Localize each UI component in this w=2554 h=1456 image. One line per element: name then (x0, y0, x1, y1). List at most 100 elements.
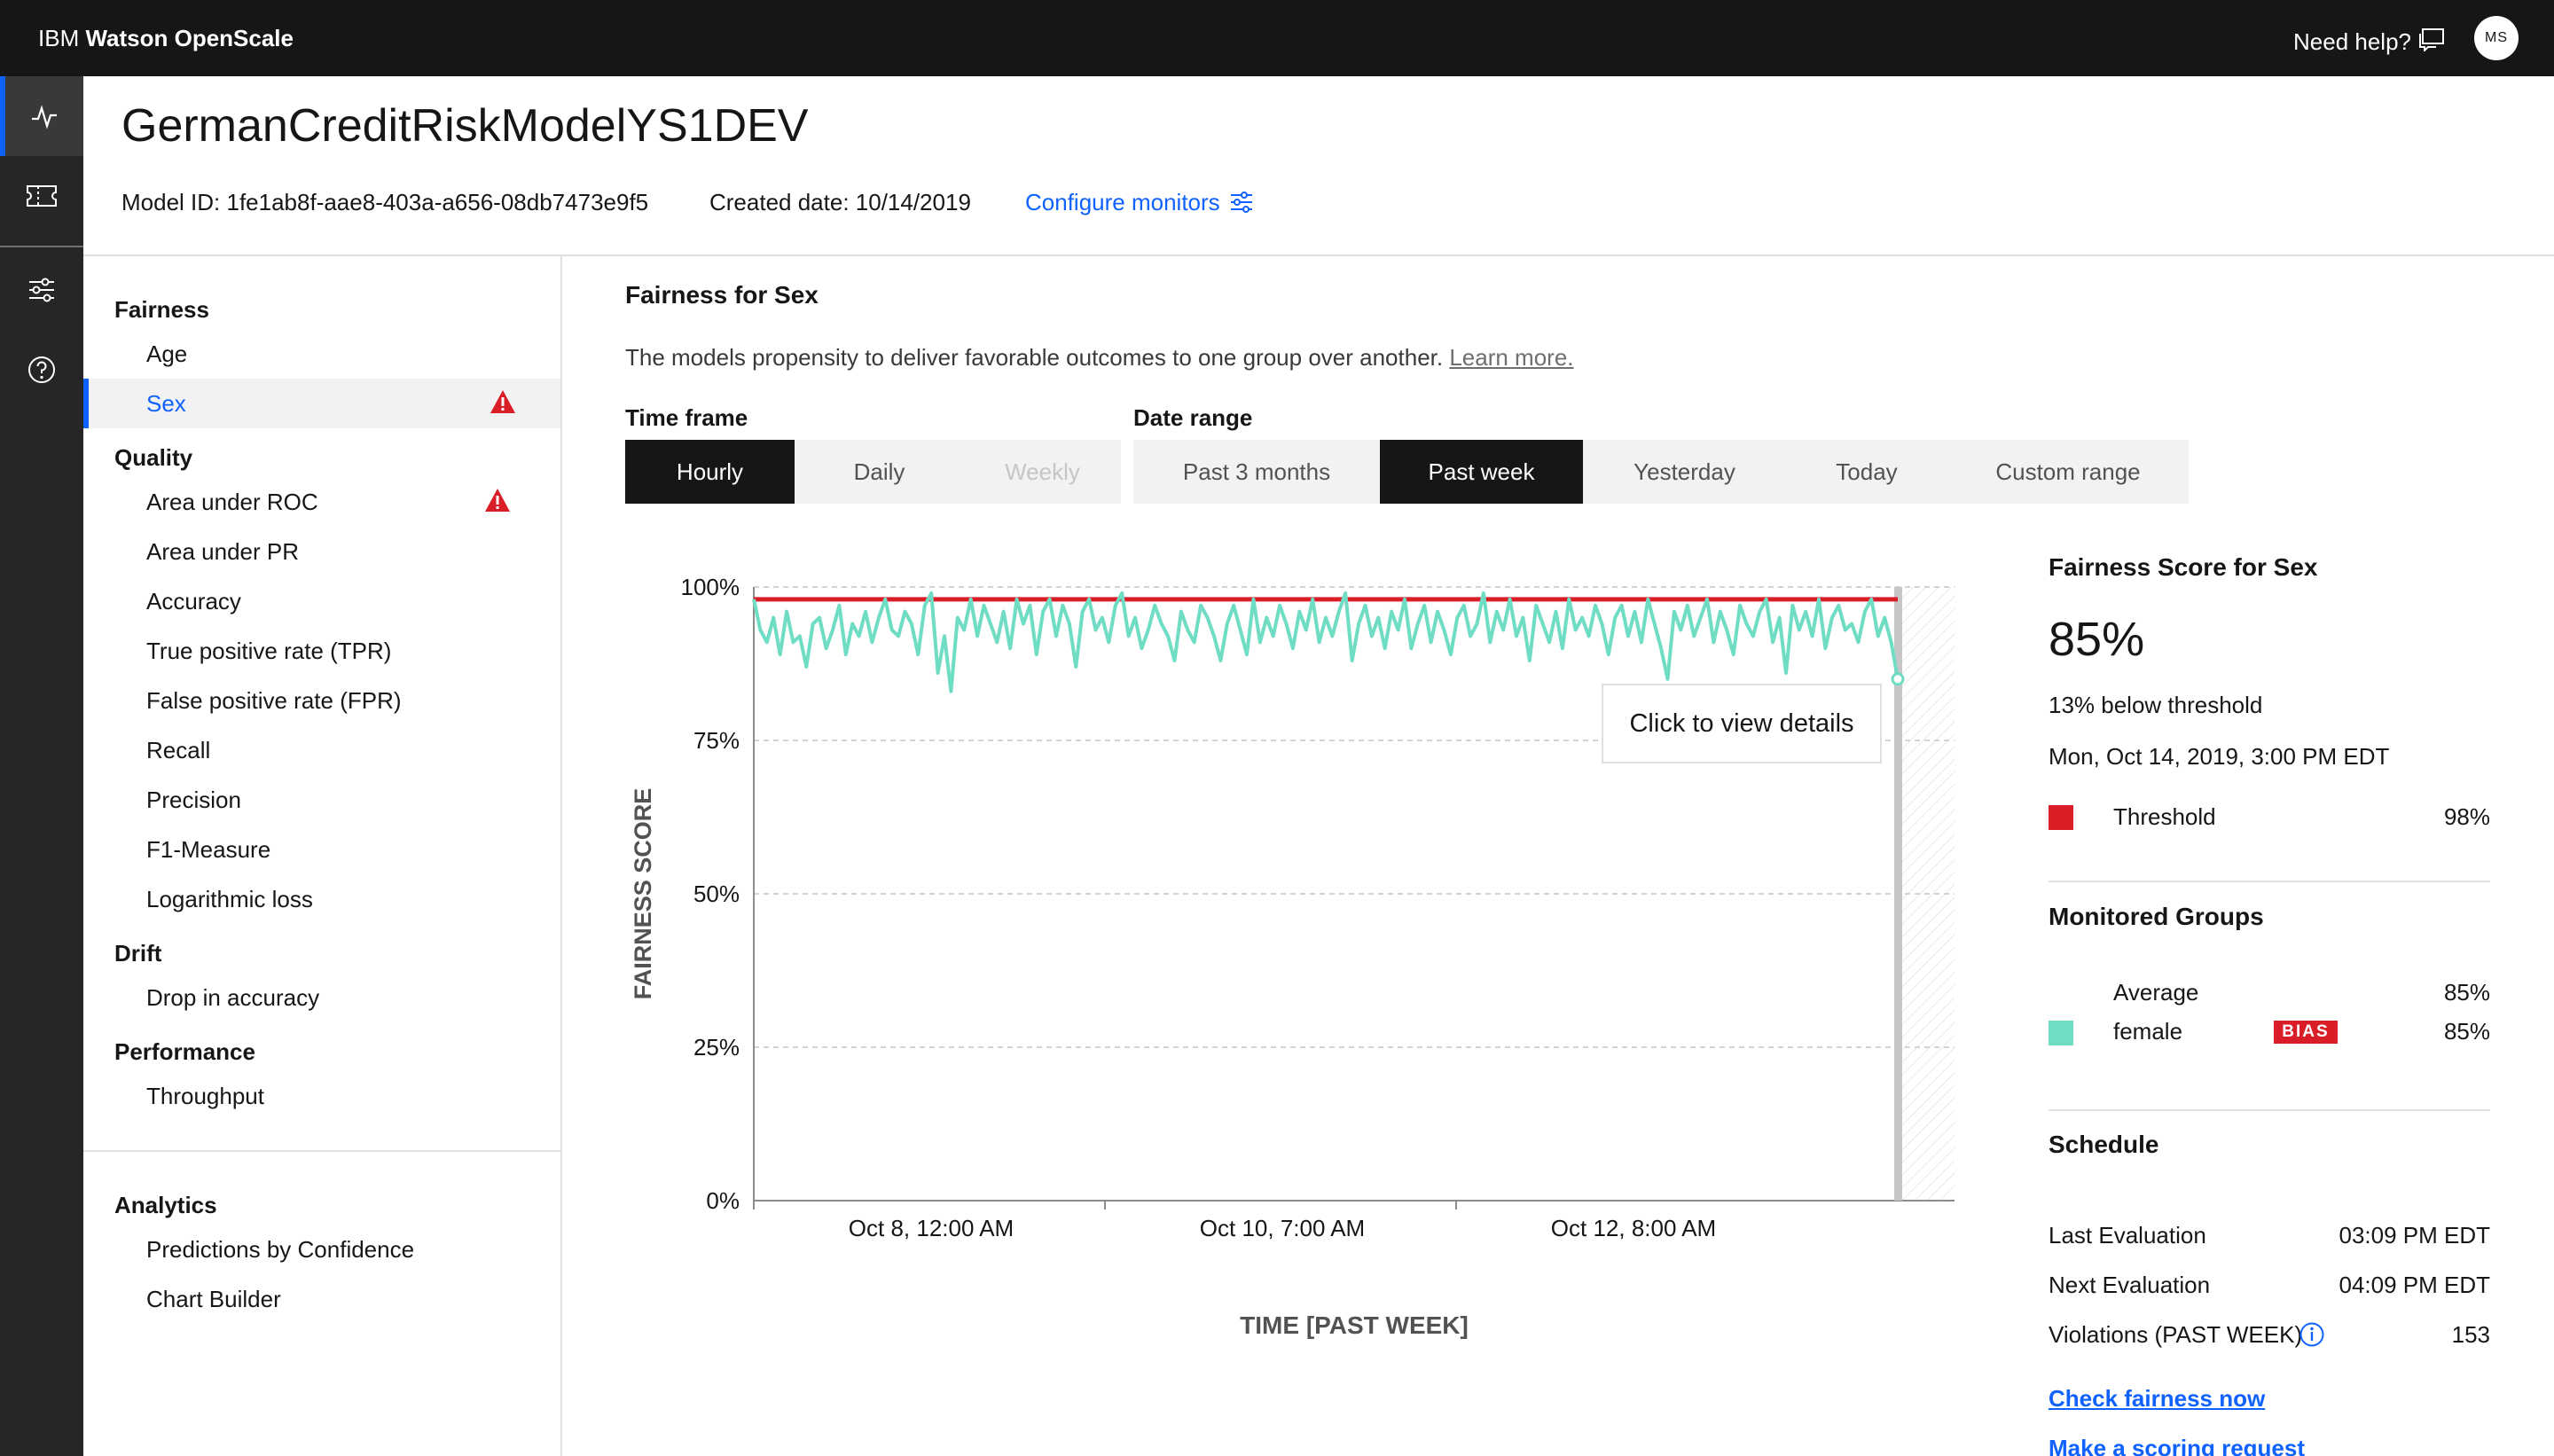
monitored-groups-title: Monitored Groups (2049, 903, 2264, 930)
help-icon (28, 356, 55, 383)
nav-item-fpr[interactable]: False positive rate (FPR) (83, 676, 560, 725)
section-description: The models propensity to deliver favorab… (625, 342, 1574, 372)
settings-adjust-icon[interactable] (1229, 190, 1254, 215)
warning-icon (485, 489, 510, 512)
nav-heading-fairness: Fairness (114, 296, 209, 323)
rail-help-button[interactable] (0, 330, 83, 410)
nav-item-area-under-roc[interactable]: Area under ROC (83, 477, 560, 527)
scoring-request-link[interactable]: Make a scoring request (2049, 1434, 2305, 1456)
top-bar: IBM Watson OpenScale Need help? MS (0, 0, 2554, 76)
page-title: GermanCreditRiskModelYS1DEV (121, 100, 809, 152)
y-tick-label: 100% (681, 574, 740, 600)
nav-item-sex[interactable]: Sex (83, 379, 560, 428)
rail-divider (0, 246, 83, 247)
chart-tooltip[interactable]: Click to view details (1602, 684, 1882, 763)
ticket-icon (27, 185, 57, 207)
fairness-chart[interactable]: 0% 25% 50% 75% 100% Oct 8, 12:00 AM Oct 10, 7:… (612, 559, 1978, 1357)
nav-item-precision[interactable]: Precision (83, 775, 560, 825)
x-tick-label: Oct 10, 7:00 AM (1200, 1215, 1365, 1241)
range-custom-button[interactable]: Custom range (1947, 440, 2189, 504)
violations-label: Violations (PAST WEEK) (2049, 1321, 2303, 1348)
user-avatar[interactable]: MS (2474, 16, 2519, 60)
range-past-3-months-button[interactable]: Past 3 months (1133, 440, 1380, 504)
timeframe-hourly-button[interactable]: Hourly (625, 440, 795, 504)
chat-icon[interactable] (2418, 28, 2445, 51)
average-value: 85% (2443, 979, 2490, 1006)
x-tick-label: Oct 12, 8:00 AM (1551, 1215, 1716, 1241)
left-rail (0, 76, 83, 1456)
selected-point (1891, 672, 1905, 686)
nav-item-accuracy[interactable]: Accuracy (83, 576, 560, 626)
threshold-label: Threshold (2113, 803, 2216, 830)
female-swatch (2049, 1021, 2073, 1045)
panel-divider (2049, 881, 2490, 882)
threshold-value: 98% (2443, 803, 2490, 830)
timeframe-daily-button[interactable]: Daily (795, 440, 964, 504)
nav-item-throughput[interactable]: Throughput (83, 1071, 560, 1121)
nav-divider (83, 1150, 560, 1152)
nav-heading-quality: Quality (114, 444, 193, 471)
description-text: The models propensity to deliver favorab… (625, 344, 1450, 371)
nav-item-label: Sex (146, 390, 186, 417)
nav-item-age[interactable]: Age (83, 329, 560, 379)
range-today-button[interactable]: Today (1786, 440, 1947, 504)
created-date: Created date: 10/14/2019 (709, 189, 971, 215)
y-tick-label: 0% (706, 1187, 740, 1214)
violations-value: 153 (2451, 1321, 2490, 1348)
nav-item-chart-builder[interactable]: Chart Builder (83, 1274, 560, 1324)
nav-heading-analytics: Analytics (114, 1192, 217, 1218)
nav-heading-performance: Performance (114, 1038, 255, 1065)
app-brand[interactable]: IBM Watson OpenScale (38, 25, 294, 51)
activity-icon (32, 105, 57, 129)
nav-item-recall[interactable]: Recall (83, 725, 560, 775)
next-evaluation-label: Next Evaluation (2049, 1272, 2211, 1298)
range-yesterday-button[interactable]: Yesterday (1583, 440, 1786, 504)
nav-item-label: Area under ROC (146, 489, 318, 515)
learn-more-link[interactable]: Learn more. (1449, 344, 1573, 371)
need-help-link[interactable]: Need help? (2293, 27, 2411, 57)
nav-item-log-loss[interactable]: Logarithmic loss (83, 874, 560, 924)
y-tick-label: 50% (693, 881, 740, 907)
panel-divider (2049, 1109, 2490, 1111)
x-axis-title: TIME [PAST WEEK] (1240, 1311, 1469, 1339)
y-axis-title: FAIRNESS SCORE (630, 788, 656, 1000)
bias-badge: BIAS (2274, 1021, 2338, 1044)
timeframe-weekly-button: Weekly (964, 440, 1121, 504)
x-tick-label: Oct 8, 12:00 AM (849, 1215, 1014, 1241)
female-value: 85% (2443, 1018, 2490, 1045)
average-label: Average (2113, 979, 2199, 1006)
last-evaluation-value: 03:09 PM EDT (2339, 1222, 2490, 1249)
warning-icon (490, 390, 515, 413)
nav-heading-drift: Drift (114, 940, 162, 967)
nav-item-drop-in-accuracy[interactable]: Drop in accuracy (83, 973, 560, 1022)
model-id: Model ID: 1fe1ab8f-aae8-403a-a656-08db74… (121, 189, 649, 215)
brand-prefix: IBM (38, 25, 86, 51)
nav-item-tpr[interactable]: True positive rate (TPR) (83, 626, 560, 676)
configure-monitors-link[interactable]: Configure monitors (1025, 188, 1220, 216)
below-threshold-text: 13% below threshold (2049, 692, 2263, 718)
rail-ticket-button[interactable] (0, 156, 83, 236)
last-evaluation-label: Last Evaluation (2049, 1222, 2206, 1249)
nav-item-area-under-pr[interactable]: Area under PR (83, 527, 560, 576)
monitor-nav: Fairness Age Sex Quality Area under ROC … (83, 256, 562, 1456)
date-range-label: Date range (1133, 404, 1253, 431)
rail-monitor-button[interactable] (0, 76, 83, 156)
sliders-icon (29, 278, 54, 302)
threshold-swatch (2049, 805, 2073, 830)
check-fairness-link[interactable]: Check fairness now (2049, 1384, 2265, 1413)
score-timestamp: Mon, Oct 14, 2019, 3:00 PM EDT (2049, 743, 2390, 770)
score-title: Fairness Score for Sex (2049, 553, 2318, 581)
timeframe-label: Time frame (625, 404, 748, 431)
nav-item-predictions-by-confidence[interactable]: Predictions by Confidence (83, 1225, 560, 1274)
series-line-female (752, 591, 1900, 693)
range-past-week-button[interactable]: Past week (1380, 440, 1583, 504)
y-tick-label: 75% (693, 727, 740, 754)
schedule-title: Schedule (2049, 1131, 2159, 1158)
female-label: female (2113, 1018, 2183, 1045)
info-icon[interactable] (2299, 1321, 2325, 1348)
rail-settings-button[interactable] (0, 250, 83, 330)
next-evaluation-value: 04:09 PM EDT (2339, 1272, 2490, 1298)
section-title: Fairness for Sex (625, 281, 819, 309)
fairness-score-value: 85% (2049, 613, 2145, 666)
nav-item-f1-measure[interactable]: F1-Measure (83, 825, 560, 874)
